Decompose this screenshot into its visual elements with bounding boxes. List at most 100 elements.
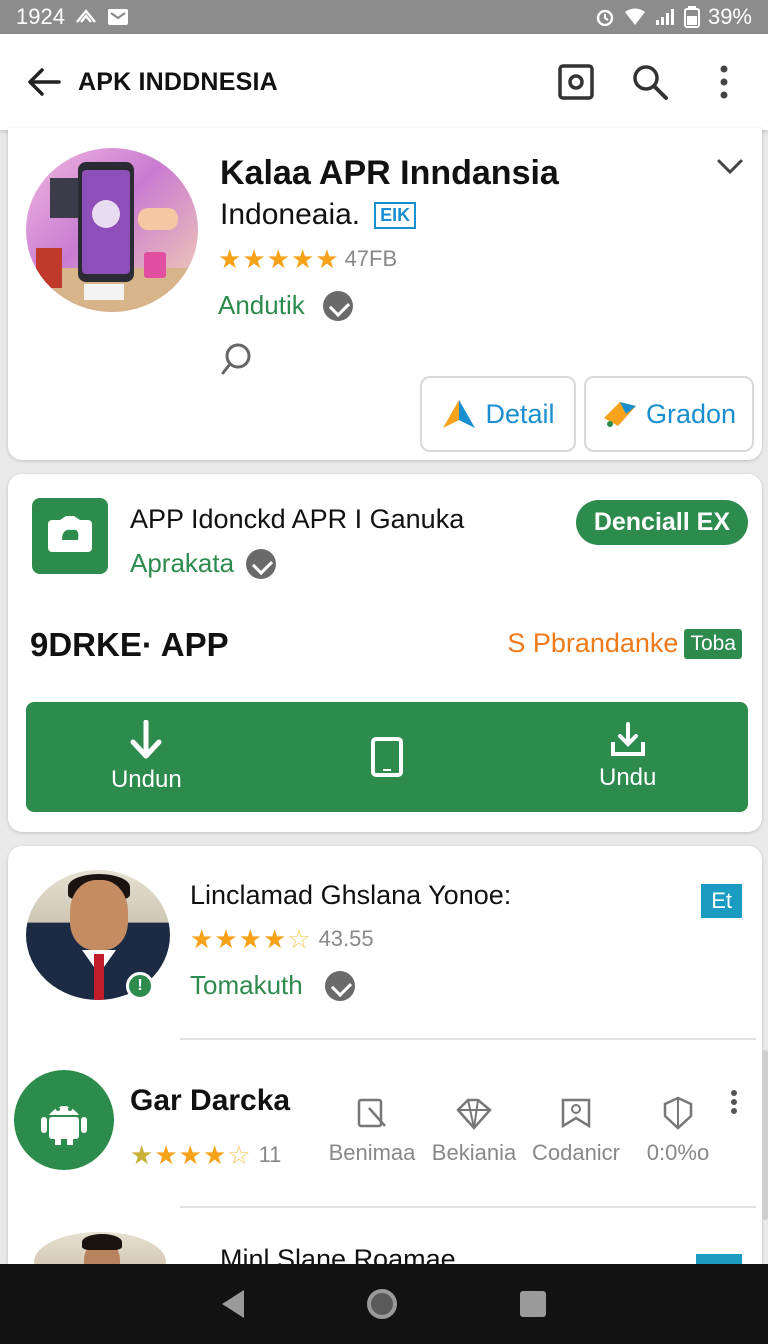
status-bar: 1924 39%: [0, 0, 768, 34]
tablet-icon: [371, 737, 403, 777]
list-item-title[interactable]: Gar Darcka: [130, 1084, 290, 1118]
gradon-button[interactable]: Gradon: [584, 376, 754, 452]
download-arrow-icon: [130, 720, 162, 759]
feature-row: Benimaa Bekiania Codanicr 0:0%o: [326, 1096, 724, 1166]
arrow-left-icon: [28, 68, 61, 96]
bookmark-icon: [561, 1098, 591, 1129]
app-icon[interactable]: [32, 498, 108, 574]
download-action-label: Undun: [110, 766, 182, 793]
phone-illustration: [26, 162, 198, 312]
expand-button[interactable]: [716, 158, 744, 181]
list-item-rating: ★ ★ ★ ★ ☆ 11: [130, 1142, 281, 1168]
verified-icon: [324, 970, 355, 1001]
star-icon: ★: [130, 1140, 154, 1170]
scrollbar[interactable]: [762, 1050, 768, 1220]
list-item-tag: Et: [701, 884, 742, 918]
list-item-menu-button[interactable]: [730, 1090, 738, 1119]
star-icon: ★: [190, 924, 214, 954]
battery-icon: [683, 6, 700, 28]
download-pill-button[interactable]: Denciall EX: [575, 500, 748, 545]
download-action-undun[interactable]: Undun: [26, 720, 267, 794]
featured-app-card[interactable]: Kalaa APR Inndansia Indoneaia. EIK ★ ★ ★ ★ ★…: [8, 128, 762, 460]
verified-badge-icon: !: [126, 972, 154, 1000]
rating-stars: ★ ★ ★ ★ ★: [218, 246, 339, 272]
feature-percent[interactable]: 0:0%o: [632, 1096, 724, 1166]
feature-benimaa[interactable]: Benimaa: [326, 1096, 418, 1166]
tag-icon: [357, 1098, 386, 1128]
download-action-undu[interactable]: Undu: [507, 722, 748, 792]
star-icon: ★: [242, 244, 266, 274]
star-half-icon: ☆: [287, 924, 311, 954]
feature-label: Codanicr: [531, 1140, 621, 1165]
list-item-rating: ★ ★ ★ ★ ☆ 43.55: [190, 926, 374, 952]
notification-icon: [76, 9, 96, 23]
featured-app-developer-row[interactable]: Andutik: [218, 290, 353, 321]
wifi-icon: [624, 8, 645, 25]
developer-link[interactable]: Tomakuth: [190, 970, 303, 1001]
battery-percent: 39%: [707, 4, 752, 29]
app-bar: APK INDDNESIA: [0, 34, 768, 130]
featured-app-tag: EIK: [374, 201, 417, 229]
app-price-label: 9DRKE· APP: [30, 626, 229, 663]
tag-diamond-icon: [603, 402, 636, 427]
download-action-tablet[interactable]: [267, 736, 508, 778]
rating-value: 11: [258, 1142, 282, 1167]
star-icon: ★: [315, 244, 339, 274]
more-vert-icon: [731, 1090, 737, 1114]
app-list-card: ! Linclamad Ghslana Yonoe: Et ★ ★ ★ ★ ☆ 43.5…: [8, 846, 762, 1292]
rating-stars: ★ ★ ★ ★ ☆: [130, 1142, 251, 1168]
featured-app-subtitle: Indoneaia.: [220, 198, 361, 231]
nav-home-icon[interactable]: [366, 1289, 397, 1319]
promo-row: S Pbrandanke Toba: [507, 628, 742, 659]
developer-link[interactable]: Andutik: [218, 290, 305, 321]
alarm-icon: [596, 9, 614, 26]
featured-app-rating: ★ ★ ★ ★ ★ 47FB: [218, 246, 397, 272]
list-item-title[interactable]: Linclamad Ghslana Yonoe:: [190, 880, 511, 911]
screenshot-button[interactable]: [556, 62, 596, 102]
divider: [180, 1038, 756, 1040]
star-icon: ★: [202, 1140, 227, 1170]
download-app-developer-row[interactable]: Aprakata: [130, 548, 277, 579]
star-icon: ★: [238, 924, 262, 954]
featured-app-title: Kalaa APR Inndansia: [220, 154, 559, 192]
star-icon: ★: [178, 1140, 202, 1170]
detail-button[interactable]: Detail: [420, 376, 576, 452]
feature-bekiania[interactable]: Bekiania: [428, 1096, 520, 1166]
system-nav-bar: [0, 1264, 768, 1344]
overflow-menu-button[interactable]: [704, 62, 744, 102]
page-title: APK INDDNESIA: [78, 67, 278, 96]
back-button[interactable]: [24, 62, 64, 102]
star-icon: ★: [266, 244, 290, 274]
signal-icon: [655, 9, 674, 25]
search-button[interactable]: [630, 62, 670, 102]
chevron-down-icon: [717, 159, 743, 175]
list-item-developer-row[interactable]: Tomakuth: [190, 970, 355, 1001]
nav-back-icon[interactable]: [221, 1290, 244, 1318]
promo-text: S Pbrandanke: [507, 628, 679, 658]
star-icon: ★: [262, 924, 287, 954]
promo-badge: Toba: [684, 628, 742, 659]
photo-bubble-icon: [48, 516, 92, 552]
feature-codanicr[interactable]: Codanicr: [530, 1096, 622, 1166]
verified-icon: [322, 290, 353, 321]
gradon-button-label: Gradon: [645, 398, 737, 429]
android-app-icon[interactable]: [14, 1070, 114, 1170]
featured-app-subtitle-row: Indoneaia. EIK: [220, 198, 417, 232]
chat-bubble-icon: [221, 343, 251, 375]
developer-link[interactable]: Aprakata: [130, 548, 234, 579]
mail-icon: [107, 9, 128, 25]
feature-label: 0:0%o: [646, 1140, 710, 1165]
verified-icon: [246, 548, 277, 579]
detail-arrow-icon: [443, 400, 476, 428]
download-card: APP Idonckd APR I Ganuka Aprakata Dencia…: [8, 474, 762, 832]
star-icon: ★: [290, 244, 315, 274]
camera-frame-icon: [558, 64, 594, 100]
star-icon: ★: [218, 244, 242, 274]
nav-recents-icon[interactable]: [520, 1291, 547, 1317]
download-action-bar: Undun Undu: [26, 702, 748, 812]
feature-label: Benimaa: [328, 1140, 416, 1165]
search-icon: [633, 65, 668, 100]
comment-button[interactable]: [220, 342, 252, 381]
rating-stars: ★ ★ ★ ★ ☆: [190, 926, 311, 952]
download-app-title: APP Idonckd APR I Ganuka: [130, 504, 465, 534]
